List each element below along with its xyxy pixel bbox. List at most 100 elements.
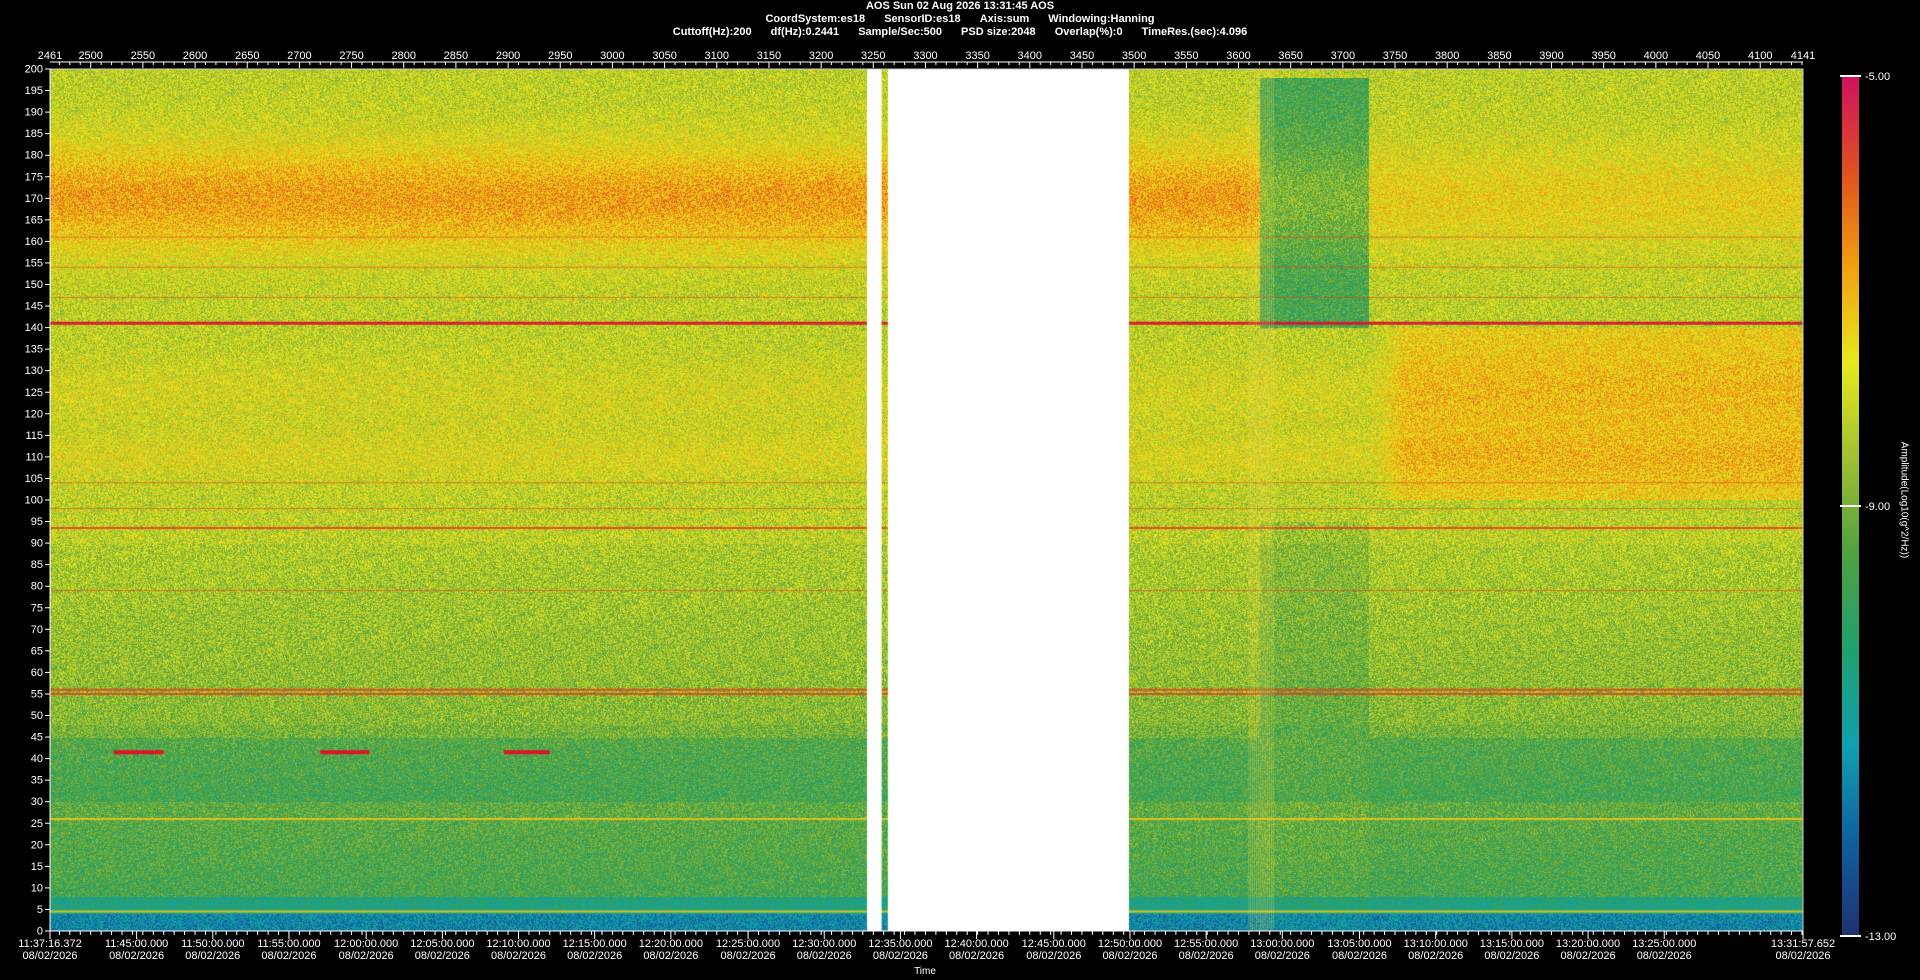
x-tick-time: 12:00:00.000 <box>334 938 398 950</box>
top-tick-label: 4000 <box>1644 50 1668 62</box>
y-tick-label: 140 <box>25 322 43 334</box>
x-tick-date: 08/02/2026 <box>185 950 240 962</box>
top-tick-label: 2650 <box>235 50 259 62</box>
x-tick-date: 08/02/2026 <box>1102 950 1157 962</box>
x-tick-date: 08/02/2026 <box>339 950 394 962</box>
top-tick-label: 3300 <box>913 50 937 62</box>
y-tick-label: 130 <box>25 365 43 377</box>
x-tick-time: 12:50:00.000 <box>1098 938 1162 950</box>
top-tick-label: 3600 <box>1226 50 1250 62</box>
x-tick-date: 08/02/2026 <box>1484 950 1539 962</box>
top-tick-label: 3450 <box>1070 50 1094 62</box>
x-tick-date: 08/02/2026 <box>797 950 852 962</box>
x-tick-date: 08/02/2026 <box>1332 950 1387 962</box>
top-tick-label: 2461 <box>38 50 62 62</box>
y-tick-label: 160 <box>25 236 43 248</box>
y-tick-label: 30 <box>31 796 43 808</box>
y-tick-label: 200 <box>25 64 43 76</box>
x-tick-time: 12:40:00.000 <box>944 938 1008 950</box>
top-tick-label: 3000 <box>600 50 624 62</box>
x-tick-date: 08/02/2026 <box>491 950 546 962</box>
y-tick-label: 0 <box>37 926 43 938</box>
top-tick-label: 3400 <box>1018 50 1042 62</box>
y-tick-label: 145 <box>25 301 43 313</box>
top-tick-label: 3650 <box>1278 50 1302 62</box>
y-tick-label: 55 <box>31 688 43 700</box>
top-tick-label: 3100 <box>705 50 729 62</box>
y-axis: 0 5 10 15 20 25 30 35 40 45 50 55 60 65 70 75 80 85 90 95 10… <box>25 64 51 938</box>
y-tick-label: 35 <box>31 775 43 787</box>
x-tick-date: 08/02/2026 <box>949 950 1004 962</box>
top-tick-label: 3050 <box>652 50 676 62</box>
y-tick-label: 115 <box>25 430 43 442</box>
top-tick-label: 3550 <box>1174 50 1198 62</box>
colorbar: -5.00 -9.00 -13.00 <box>1840 71 1896 943</box>
x-tick-date: 08/02/2026 <box>1026 950 1081 962</box>
top-tick-label: 3850 <box>1487 50 1511 62</box>
x-tick-time: 13:31:57.652 <box>1771 938 1835 950</box>
top-tick-label: 2550 <box>131 50 155 62</box>
y-tick-label: 120 <box>25 408 43 420</box>
top-frame-axis: 2461 2500 2550 2600 2650 2700 2750 2800 2850 2900… <box>38 50 1815 68</box>
y-tick-label: 20 <box>31 839 43 851</box>
x-tick-time: 13:05:00.000 <box>1327 938 1391 950</box>
y-tick-label: 85 <box>31 559 43 571</box>
y-tick-label: 195 <box>25 85 43 97</box>
y-tick-label: 10 <box>31 882 43 894</box>
top-tick-label: 2600 <box>183 50 207 62</box>
colorbar-tick-label: -13.00 <box>1865 931 1896 943</box>
y-tick-label: 100 <box>25 495 43 507</box>
top-tick-label: 2700 <box>287 50 311 62</box>
colorbar-label: Amplitude(Log10(g^2/Hz)) <box>1898 441 1910 559</box>
x-tick-time: 12:35:00.000 <box>868 938 932 950</box>
y-tick-label: 150 <box>25 279 43 291</box>
y-tick-label: 40 <box>31 753 43 765</box>
y-tick-label: 185 <box>25 128 43 140</box>
x-tick-date: 08/02/2026 <box>1408 950 1463 962</box>
x-tick-time: 13:20:00.000 <box>1556 938 1620 950</box>
y-tick-label: 80 <box>31 581 43 593</box>
y-tick-label: 190 <box>25 107 43 119</box>
x-tick-time: 12:30:00.000 <box>792 938 856 950</box>
top-tick-label: 3500 <box>1122 50 1146 62</box>
x-tick-date: 08/02/2026 <box>643 950 698 962</box>
spectrogram-plot[interactable] <box>49 68 1804 932</box>
y-tick-label: 75 <box>31 602 43 614</box>
top-tick-label: 3150 <box>757 50 781 62</box>
x-tick-time: 12:55:00.000 <box>1174 938 1238 950</box>
y-tick-label: 125 <box>25 387 43 399</box>
top-tick-label: 2850 <box>444 50 468 62</box>
spectrogram-chart: 0 5 10 15 20 25 30 35 40 45 50 55 60 65 70 75 80 85 90 95 10… <box>18 50 1896 977</box>
y-tick-label: 25 <box>31 818 43 830</box>
top-tick-label: 2750 <box>339 50 363 62</box>
y-tick-label: 60 <box>31 667 43 679</box>
x-tick-time: 12:10:00.000 <box>486 938 550 950</box>
y-tick-label: 110 <box>25 451 43 463</box>
y-tick-label: 165 <box>25 214 43 226</box>
y-tick-label: 175 <box>25 171 43 183</box>
spectrogram-image <box>50 69 1803 931</box>
y-tick-label: 170 <box>25 193 43 205</box>
x-tick-time: 13:25:00.000 <box>1632 938 1696 950</box>
x-tick-time: 13:15:00.000 <box>1480 938 1544 950</box>
x-tick-time: 12:15:00.000 <box>563 938 627 950</box>
x-tick-date: 08/02/2026 <box>22 950 77 962</box>
y-tick-label: 65 <box>31 645 43 657</box>
x-time-axis: 11:37:16.37208/02/202611:45:00.00008/02/… <box>18 930 1835 962</box>
y-tick-label: 135 <box>25 344 43 356</box>
top-tick-label: 4100 <box>1748 50 1772 62</box>
top-tick-label: 3900 <box>1539 50 1563 62</box>
x-tick-date: 08/02/2026 <box>1637 950 1692 962</box>
x-tick-date: 08/02/2026 <box>261 950 316 962</box>
top-tick-label: 2800 <box>391 50 415 62</box>
y-tick-label: 90 <box>31 538 43 550</box>
x-tick-time: 12:05:00.000 <box>410 938 474 950</box>
x-tick-time: 13:00:00.000 <box>1250 938 1314 950</box>
y-tick-label: 15 <box>31 861 43 873</box>
top-tick-label: 3200 <box>809 50 833 62</box>
x-tick-date: 08/02/2026 <box>567 950 622 962</box>
x-tick-date: 08/02/2026 <box>1179 950 1234 962</box>
x-tick-date: 08/02/2026 <box>873 950 928 962</box>
y-tick-label: 5 <box>37 904 43 916</box>
top-tick-label: 2500 <box>78 50 102 62</box>
